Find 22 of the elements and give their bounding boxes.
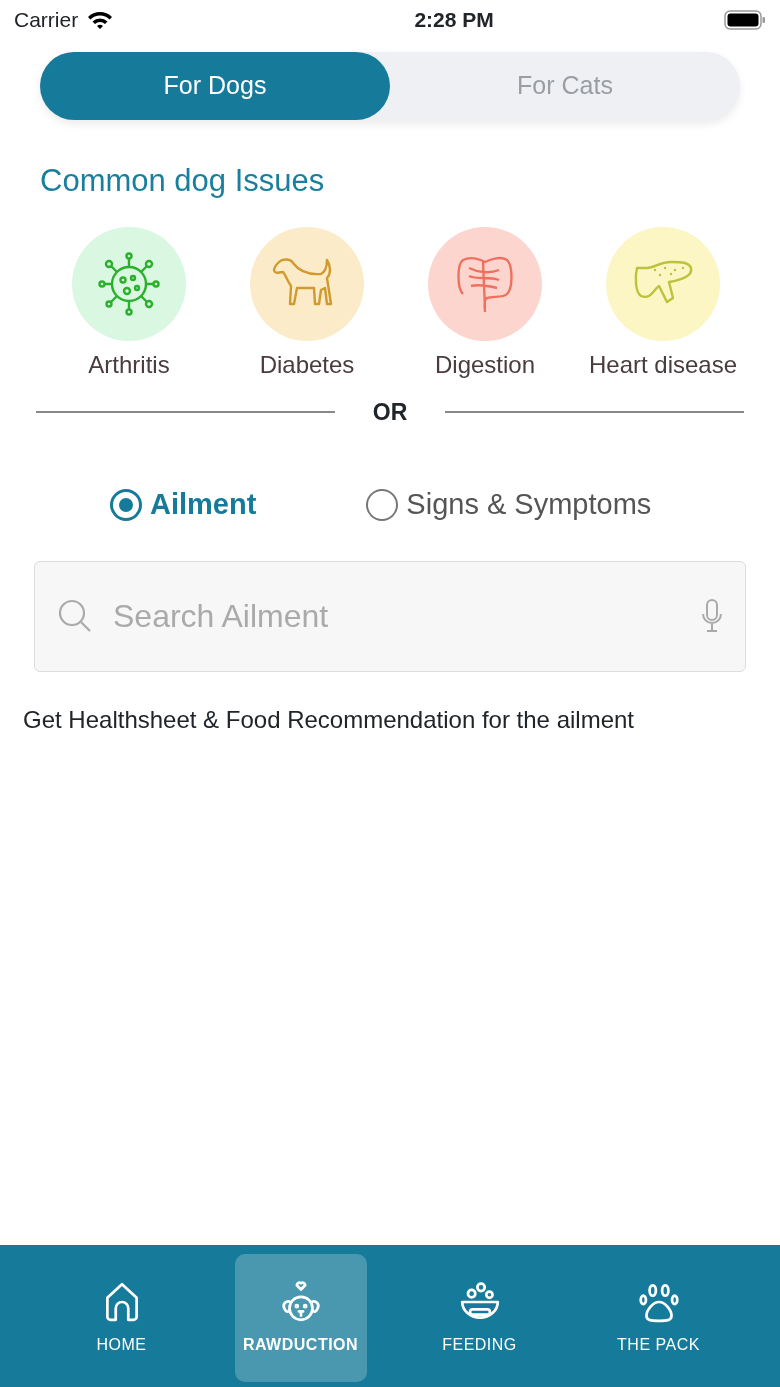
nav-tab[interactable]: RAWDUCTION <box>234 1254 367 1382</box>
carrier-label: Carrier <box>14 7 79 34</box>
nav-tab[interactable]: HOME <box>55 1254 188 1382</box>
search-field[interactable]: Search Ailment <box>34 560 746 672</box>
nav-tab[interactable]: FEEDING <box>413 1254 546 1382</box>
divider-label: OR <box>372 397 408 427</box>
issue-label: Digestion <box>434 349 536 380</box>
segment-tab[interactable]: For Dogs <box>40 52 390 120</box>
search-icon <box>57 598 93 634</box>
microphone-icon[interactable] <box>701 599 723 633</box>
wifi-icon <box>86 10 115 30</box>
battery-icon <box>724 10 766 30</box>
issue-label: Heart disease <box>588 349 738 380</box>
issue-label: Diabetes <box>259 349 355 380</box>
clock-time: 2:28 PM <box>413 7 495 34</box>
search-input[interactable]: Search Ailment <box>111 591 683 641</box>
hint-text: Get Healthsheet & Food Recommendation for the ailment <box>23 704 635 735</box>
section-heading: Common dog Issues <box>40 162 326 200</box>
radio-option[interactable]: Signs & Symptoms <box>366 483 652 527</box>
nav-tab[interactable]: THE PACK <box>592 1254 725 1382</box>
issue-label: Arthritis <box>88 349 170 380</box>
radio-option[interactable]: Ailment <box>110 483 257 527</box>
